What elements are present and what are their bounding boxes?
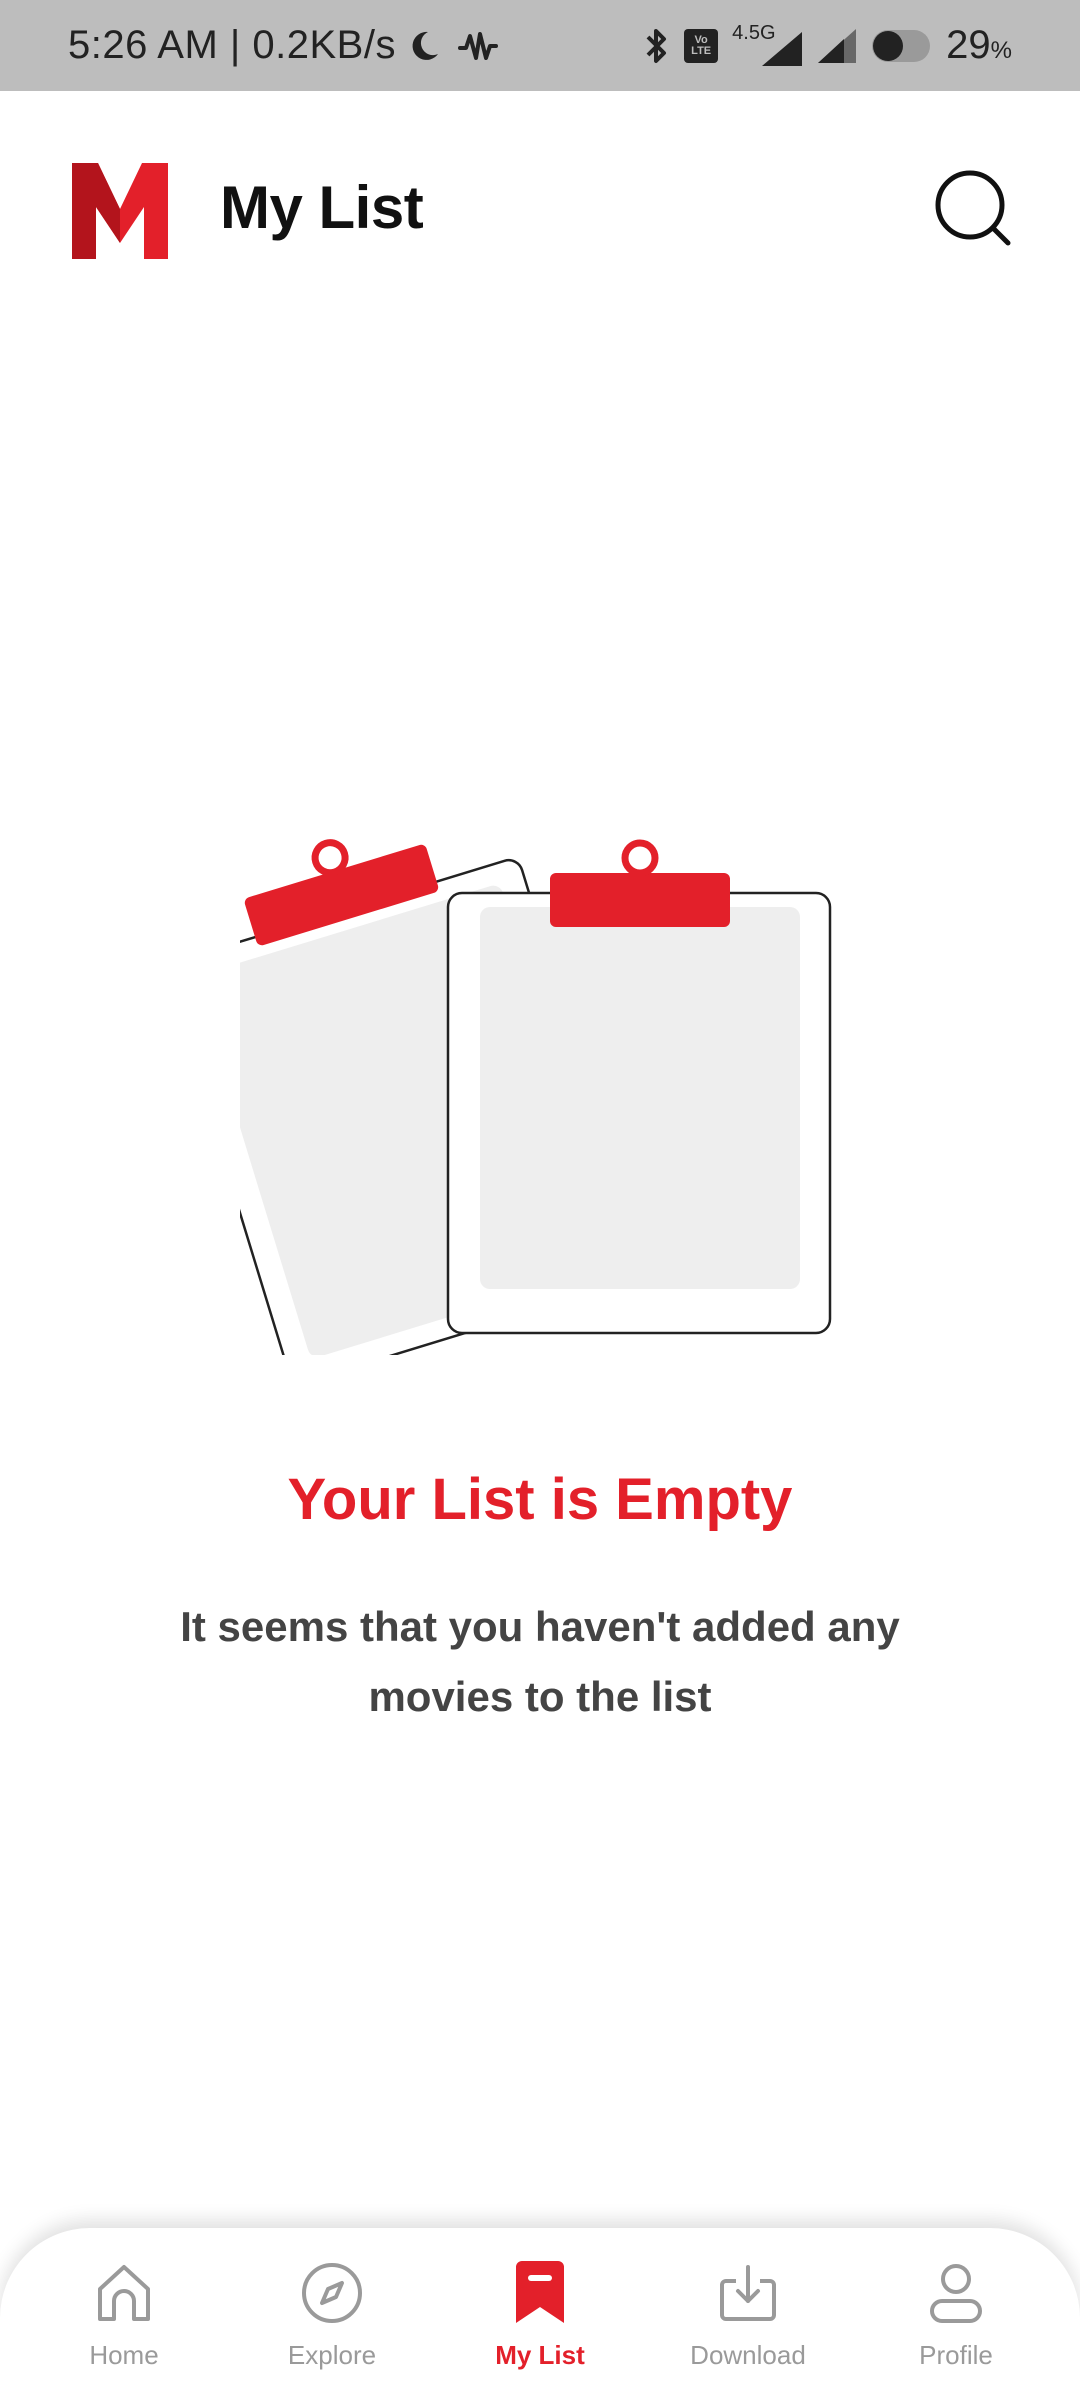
front-clipboard — [446, 839, 832, 1335]
nav-download-label: Download — [690, 2340, 806, 2370]
bookmark-icon — [505, 2258, 575, 2328]
nav-my-list[interactable]: My List — [455, 2258, 625, 2371]
compass-icon — [297, 2258, 367, 2328]
profile-icon — [921, 2258, 991, 2328]
status-right: Vo LTE 4.5G 29% — [644, 0, 1012, 91]
nav-profile[interactable]: Profile — [871, 2258, 1041, 2371]
nav-home-label: Home — [89, 2340, 159, 2370]
signal-icon — [762, 31, 803, 66]
network-signal: 4.5G — [732, 22, 803, 66]
header: My List — [0, 91, 1080, 331]
signal-icon-2 — [818, 28, 857, 63]
empty-list-illustration — [166, 755, 840, 1384]
search-button[interactable] — [934, 169, 1014, 249]
battery-percent: 29% — [946, 23, 1012, 67]
status-bar: 5:26 AM | 0.2KB/s Vo LTE 4.5G 29% — [0, 0, 1080, 91]
empty-state-title: Your List is Empty — [287, 1467, 793, 1532]
bottom-nav: Home Explore My List Download Profile — [0, 2228, 1080, 2400]
page-title: My List — [220, 174, 424, 241]
volte-icon: Vo LTE — [684, 28, 719, 63]
status-left: 5:26 AM | 0.2KB/s — [68, 0, 498, 91]
nav-explore-label: Explore — [287, 2340, 377, 2370]
nav-home[interactable]: Home — [39, 2258, 209, 2371]
nav-download[interactable]: Download — [663, 2258, 833, 2371]
bluetooth-icon — [646, 28, 667, 63]
home-icon — [89, 2258, 159, 2328]
battery-icon — [872, 29, 931, 62]
search-icon — [935, 170, 1011, 246]
nav-explore[interactable]: Explore — [247, 2258, 417, 2371]
download-icon — [713, 2258, 783, 2328]
status-time: 5:26 AM | 0.2KB/s — [68, 23, 396, 67]
nav-my-list-label: My List — [495, 2340, 585, 2370]
activity-icon — [457, 31, 498, 60]
empty-state-description: It seems that you haven't added any movi… — [180, 1603, 900, 1720]
status-icons-left — [406, 28, 498, 64]
moon-icon — [412, 31, 438, 60]
app-logo — [72, 163, 168, 259]
nav-profile-label: Profile — [919, 2340, 993, 2370]
